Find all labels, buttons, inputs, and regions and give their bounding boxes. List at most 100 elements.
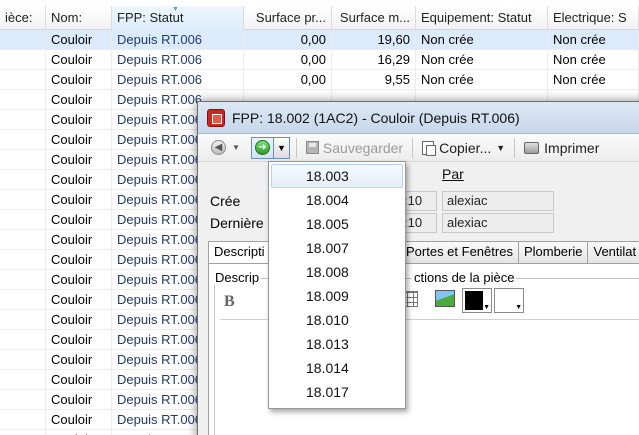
dialog-toolbar: ◀ ▼ ➜ ▼ Sauvegarder Copier... ▼ Imprimer <box>198 134 639 162</box>
table-cell <box>0 410 46 430</box>
created-row: Crée <box>210 191 270 211</box>
table-cell: Couloir <box>46 230 112 250</box>
table-row[interactable]: Couloir Depuis RT.006 0,00 19,60 Non crée Non… <box>0 30 639 50</box>
copy-button[interactable]: Copier... ▼ <box>419 137 508 159</box>
table-cell: Depuis RT.006 <box>112 50 244 70</box>
table-cell: Depuis RT.006 <box>112 70 244 90</box>
table-cell: 0,00 <box>244 30 332 50</box>
tab-plomberie[interactable]: Plomberie <box>517 241 589 263</box>
table-cell: Couloir <box>46 330 112 350</box>
description-group-legend-tail: ctions de la pièce <box>412 270 517 285</box>
dropdown-item[interactable]: 18.017 <box>271 380 403 404</box>
column-header-label: Surface m... <box>339 10 410 25</box>
column-header[interactable]: ièce: <box>0 6 46 30</box>
table-cell <box>0 170 46 190</box>
table-cell: Couloir <box>46 390 112 410</box>
column-header[interactable]: Electrique: S <box>548 6 639 30</box>
table-row[interactable]: Couloir Depuis RT.006 0,00 9,55 Non crée Non … <box>0 70 639 90</box>
column-header-label: Nom: <box>51 10 83 25</box>
back-button[interactable]: ◀ ▼ <box>208 137 243 159</box>
table-cell <box>0 270 46 290</box>
table-cell: Couloir <box>46 310 112 330</box>
par-column-label: Par <box>442 166 464 182</box>
column-header[interactable]: Equipement: Statut <box>416 6 548 30</box>
table-cell: 0,00 <box>244 70 332 90</box>
column-header-label: Equipement: Statut <box>421 10 532 25</box>
save-label: Sauvegarder <box>322 139 404 156</box>
table-cell: Couloir <box>46 410 112 430</box>
table-cell: Couloir <box>46 430 112 435</box>
table-cell <box>0 350 46 370</box>
table-cell <box>0 70 46 90</box>
table-cell <box>0 370 46 390</box>
column-header[interactable]: Nom: <box>46 6 112 30</box>
table-cell <box>0 90 46 110</box>
table-cell: 9,55 <box>332 70 416 90</box>
dropdown-item[interactable]: 18.004 <box>271 188 403 212</box>
modified-row: Dernière <box>210 213 270 233</box>
copy-icon <box>422 140 437 156</box>
table-cell: Couloir <box>46 350 112 370</box>
modified-label: Dernière <box>210 215 264 231</box>
column-header[interactable]: FPP: Statut ▼ <box>112 6 244 30</box>
dropdown-item[interactable]: 18.010 <box>271 308 403 332</box>
back-dropdown-caret-icon[interactable]: ▼ <box>232 143 240 152</box>
table-cell: 19,60 <box>332 30 416 50</box>
table-cell <box>0 50 46 70</box>
table-cell: Non crée <box>416 70 548 90</box>
dropdown-item[interactable]: 18.009 <box>271 284 403 308</box>
background-color-picker[interactable]: ▼ <box>494 288 524 313</box>
toolbar-separator <box>295 137 297 158</box>
column-header-label: Electrique: S <box>553 10 627 25</box>
toolbar-separator <box>514 137 516 158</box>
table-cell <box>0 210 46 230</box>
column-header[interactable]: Surface m... <box>332 6 416 30</box>
dropdown-item[interactable]: 18.005 <box>271 212 403 236</box>
column-header[interactable]: Surface pr... <box>244 6 332 30</box>
dialog-titlebar[interactable]: FPP: 18.002 (1AC2) - Couloir (Depuis RT.… <box>198 102 639 134</box>
column-header-label: ièce: <box>5 10 33 25</box>
bold-button[interactable]: B <box>224 293 244 311</box>
dropdown-item[interactable]: 18.013 <box>271 332 403 356</box>
text-color-picker[interactable]: ▼ <box>462 288 492 313</box>
table-cell: Couloir <box>46 270 112 290</box>
table-cell: Non crée <box>548 50 639 70</box>
table-cell: Couloir <box>46 250 112 270</box>
table-cell: Couloir <box>46 150 112 170</box>
back-arrow-icon: ◀ <box>211 140 226 155</box>
table-cell: Couloir <box>46 30 112 50</box>
table-row[interactable]: Couloir Depuis RT.006 0,00 16,29 Non crée Non… <box>0 50 639 70</box>
tab-ventilation[interactable]: Ventilat <box>587 241 639 263</box>
table-cell <box>0 250 46 270</box>
table-cell: Couloir <box>46 70 112 90</box>
table-cell: Couloir <box>46 370 112 390</box>
table-cell <box>0 150 46 170</box>
print-label: Imprimer <box>544 139 600 156</box>
forward-dropdown-caret-icon[interactable]: ▼ <box>272 137 289 158</box>
dropdown-item[interactable]: 18.008 <box>271 260 403 284</box>
forward-button-group[interactable]: ➜ ▼ <box>250 136 290 159</box>
dropdown-item[interactable]: 18.014 <box>271 356 403 380</box>
fpp-dialog-window: FPP: 18.002 (1AC2) - Couloir (Depuis RT.… <box>197 101 639 435</box>
print-button[interactable]: Imprimer <box>521 137 602 159</box>
table-cell: Couloir <box>46 290 112 310</box>
table-cell: Non crée <box>548 30 639 50</box>
table-cell <box>0 110 46 130</box>
table-cell <box>0 390 46 410</box>
grid-header: ièce: Nom: FPP: Statut ▼ Surface pr... Surfac… <box>0 6 639 30</box>
table-cell: Couloir <box>46 130 112 150</box>
save-button[interactable]: Sauvegarder <box>303 137 406 159</box>
copy-dropdown-caret-icon[interactable]: ▼ <box>496 143 505 153</box>
table-cell: 16,29 <box>332 50 416 70</box>
tab-portes-fenetres[interactable]: Portes et Fenêtres <box>400 241 519 263</box>
table-cell: Couloir <box>46 210 112 230</box>
color-swatch <box>465 291 483 310</box>
forward-arrow-icon[interactable]: ➜ <box>254 140 270 155</box>
image-icon[interactable] <box>435 290 455 307</box>
dropdown-item[interactable]: 18.007 <box>271 236 403 260</box>
sort-arrow-icon: ▼ <box>172 6 179 13</box>
table-cell <box>0 130 46 150</box>
dropdown-item[interactable]: 18.003 <box>271 164 403 188</box>
table-cell <box>0 230 46 250</box>
description-group-legend: Descrip <box>213 270 262 285</box>
